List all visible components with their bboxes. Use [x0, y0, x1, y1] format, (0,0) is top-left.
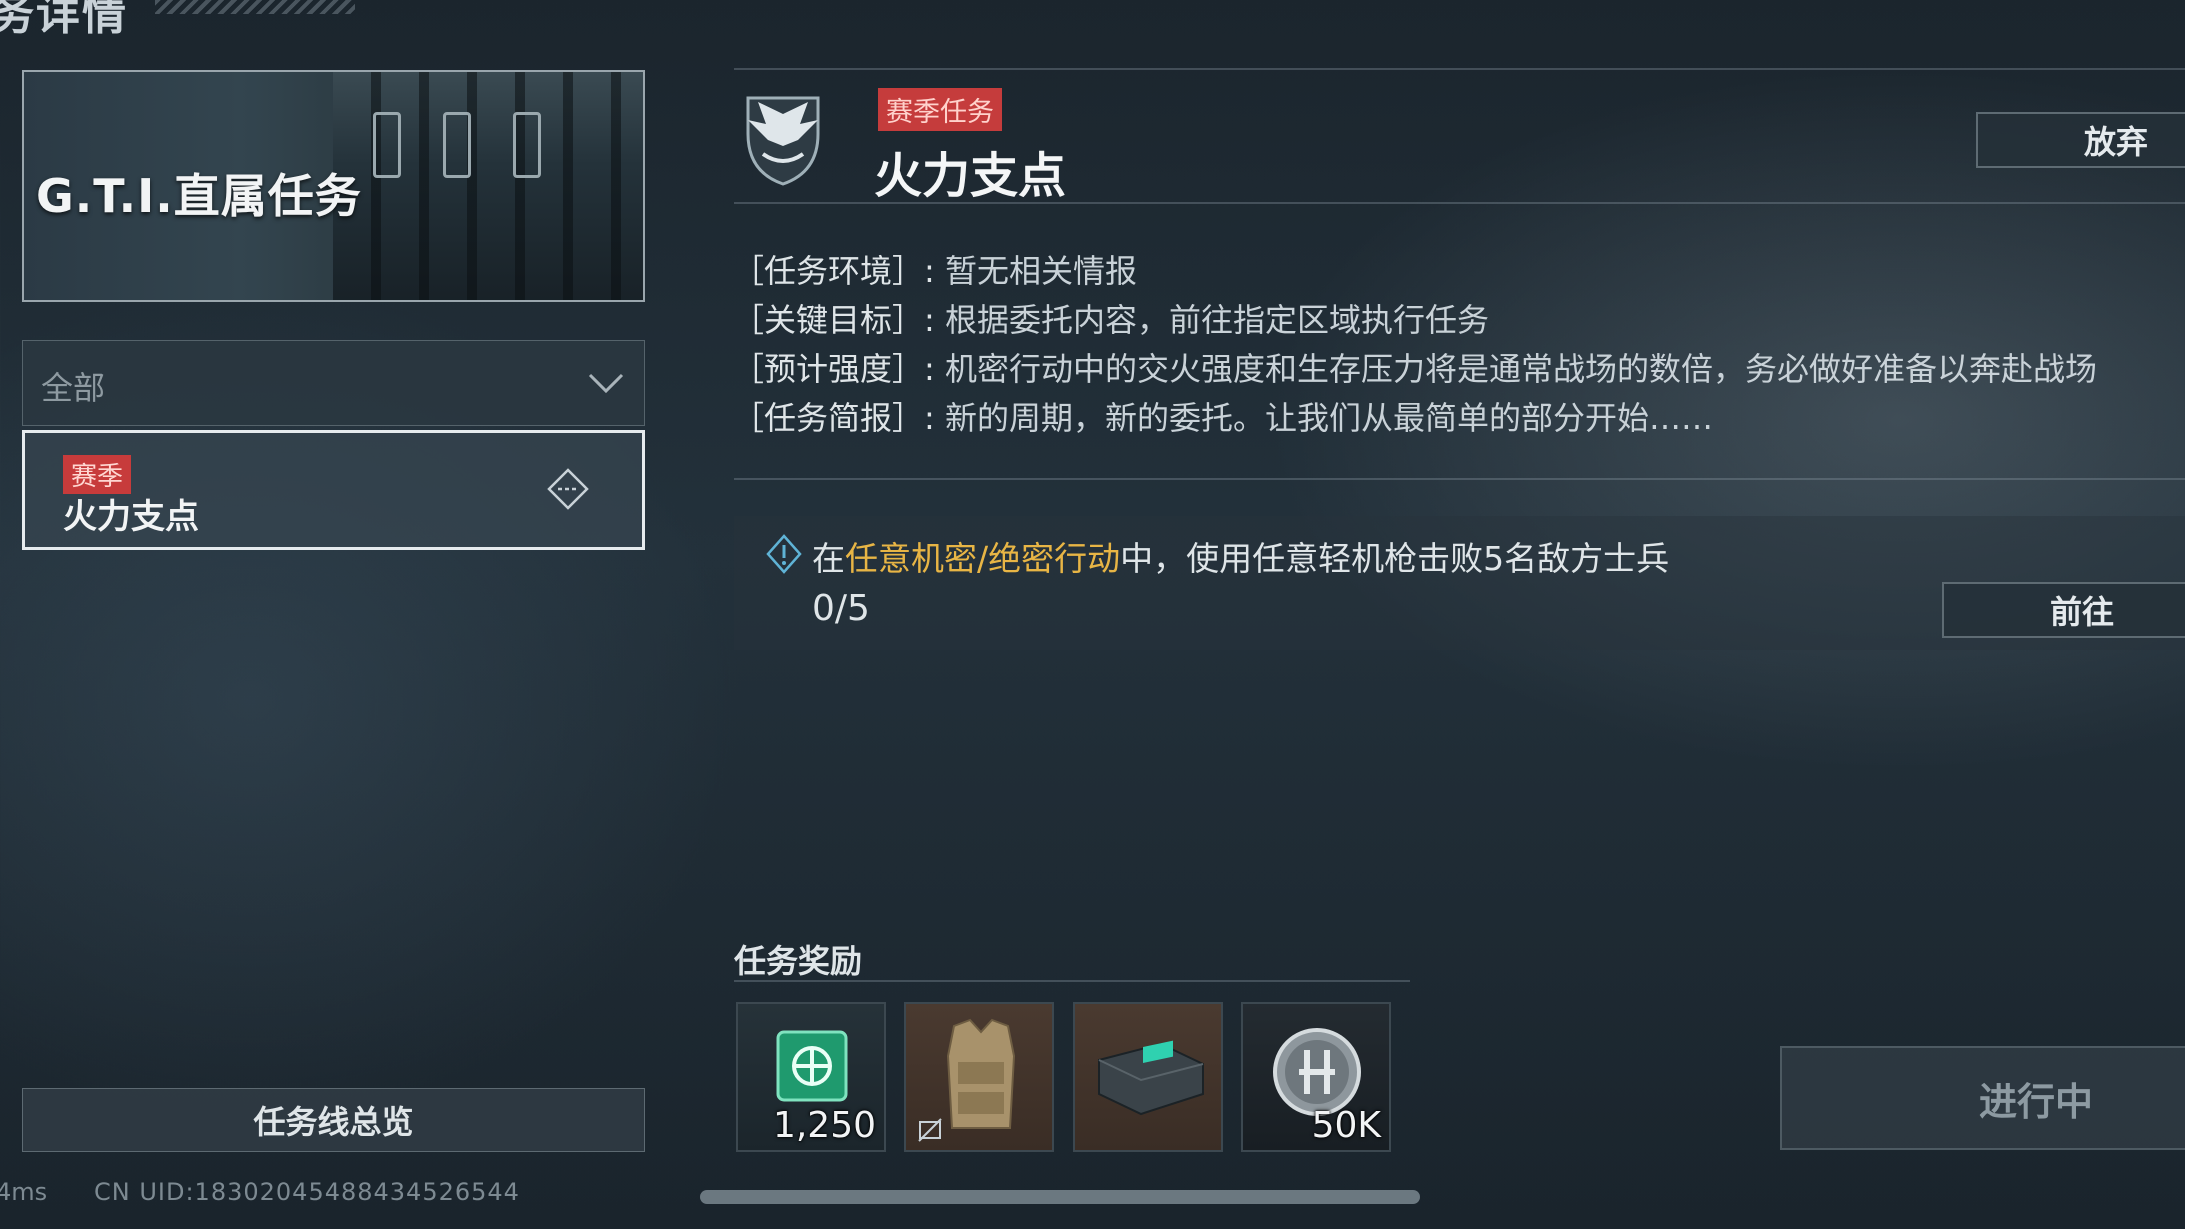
info-key: ［关键目标］: — [732, 301, 935, 339]
objective-text: 在任意机密/绝密行动中，使用任意轻机枪击败5名敌方士兵 — [812, 532, 1669, 580]
ping-readout: 4ms — [0, 1178, 48, 1206]
reward-item[interactable] — [904, 1002, 1054, 1152]
divider — [734, 980, 1410, 982]
info-row-intensity: ［预计强度］: 机密行动中的交火强度和生存压力将是通常战场的数倍，务必做好准备以… — [732, 344, 2097, 390]
banner-title: G.T.I.直属任务 — [36, 169, 362, 223]
eagle-emblem-icon — [746, 96, 820, 186]
divider — [734, 68, 2185, 70]
questline-overview-button[interactable]: 任务线总览 — [22, 1088, 645, 1152]
mission-title: 火力支点 — [874, 148, 1067, 204]
diamond-objective-icon — [547, 468, 589, 510]
rewards-title: 任务奖励 — [734, 942, 863, 980]
page-title: 务详情 — [0, 0, 128, 40]
reward-item[interactable] — [1073, 1002, 1223, 1152]
reward-item[interactable]: 1,250 — [736, 1002, 886, 1152]
task-category-banner[interactable]: G.T.I.直属任务 — [22, 70, 645, 302]
info-key: ［任务环境］: — [732, 252, 935, 290]
info-value: 根据委托内容，前往指定区域执行任务 — [944, 301, 1489, 339]
divider — [734, 202, 2185, 204]
info-value: 暂无相关情报 — [944, 252, 1137, 290]
info-value: 新的周期，新的委托。让我们从最简单的部分开始…… — [944, 399, 1713, 437]
info-key: ［预计强度］: — [732, 350, 935, 388]
objective-suffix: 中，使用任意轻机枪击败5名敌方士兵 — [1120, 539, 1670, 578]
reward-item[interactable]: 50K — [1241, 1002, 1391, 1152]
in-progress-status-button: 进行中 — [1780, 1046, 2185, 1150]
reward-quantity: 50K — [1311, 1105, 1381, 1146]
info-key: ［任务简报］: — [732, 399, 935, 437]
ammo-case-icon — [1098, 1040, 1204, 1116]
reward-quantity: 1,250 — [772, 1105, 876, 1146]
task-filter-dropdown[interactable]: 全部 — [22, 340, 645, 426]
title-decoration — [155, 0, 355, 14]
info-row-objective: ［关键目标］: 根据委托内容，前往指定区域执行任务 — [732, 295, 1489, 341]
task-list-item[interactable]: 赛季 火力支点 — [22, 430, 645, 550]
season-mission-badge: 赛季任务 — [878, 88, 1002, 131]
horizontal-scrollbar[interactable] — [700, 1190, 1420, 1204]
info-row-briefing: ［任务简报］: 新的周期，新的委托。让我们从最简单的部分开始…… — [732, 393, 1713, 439]
user-uid: CN UID:18302045488434526544 — [94, 1178, 520, 1206]
case-image — [333, 72, 643, 300]
divider — [734, 478, 2185, 480]
body-armor-icon — [946, 1018, 1016, 1129]
objective-highlight: 任意机密/绝密行动 — [845, 539, 1121, 578]
hangar-ticket-icon — [776, 1030, 848, 1102]
no-insure-icon — [918, 1118, 942, 1142]
chevron-down-icon — [588, 373, 624, 394]
objective-progress: 0/5 — [812, 588, 870, 629]
objective-diamond-icon — [766, 534, 802, 574]
abandon-button[interactable]: 放弃 — [1976, 112, 2185, 168]
task-name: 火力支点 — [63, 497, 199, 537]
objective-prefix: 在 — [812, 539, 845, 578]
info-row-environment: ［任务环境］: 暂无相关情报 — [732, 246, 1137, 292]
filter-selected-value: 全部 — [41, 369, 106, 407]
info-value: 机密行动中的交火强度和生存压力将是通常战场的数倍，务必做好准备以奔赴战场 — [944, 350, 2097, 388]
goto-button[interactable]: 前往 — [1942, 582, 2185, 638]
